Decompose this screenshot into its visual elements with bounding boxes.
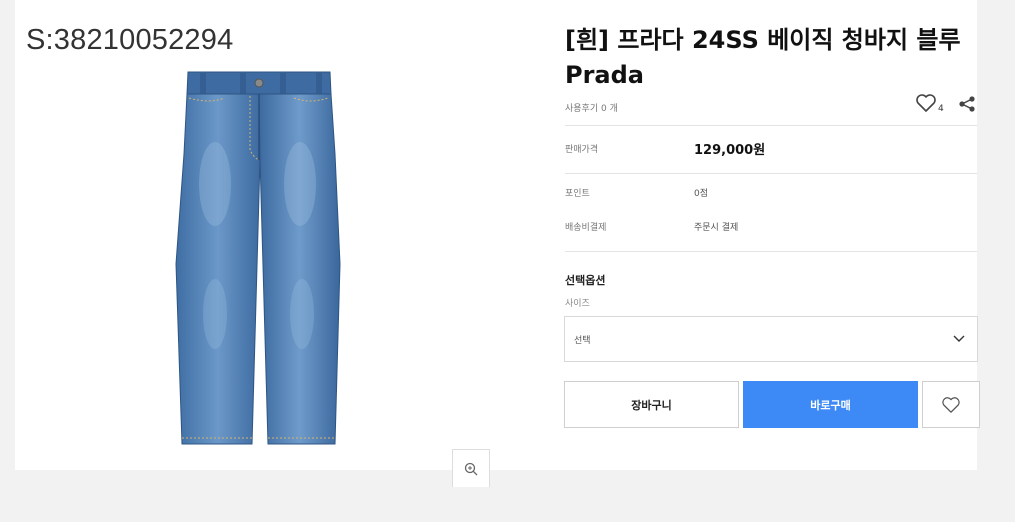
divider <box>565 251 977 252</box>
point-value: 0점 <box>694 189 709 199</box>
product-image <box>175 71 341 445</box>
shipping-label: 배송비결제 <box>565 223 607 233</box>
size-select[interactable]: 선택 <box>564 316 978 362</box>
wishlist-toggle[interactable]: 4 <box>915 93 945 117</box>
product-code: S:38210052294 <box>26 24 234 56</box>
divider <box>565 173 977 174</box>
chevron-down-icon <box>953 335 965 342</box>
wishlist-button[interactable] <box>922 381 980 428</box>
review-count[interactable]: 사용후기 0 개 <box>565 101 618 114</box>
size-label: 사이즈 <box>565 299 590 309</box>
wish-count: 4 <box>938 104 944 114</box>
heart-icon <box>942 396 960 413</box>
price-value: 129,000원 <box>694 143 766 158</box>
price-label: 판매가격 <box>565 145 599 155</box>
heart-icon <box>916 94 936 112</box>
shipping-value: 주문시 결제 <box>694 223 739 233</box>
share-icon <box>959 96 975 112</box>
share-button[interactable] <box>958 95 976 115</box>
add-to-cart-button[interactable]: 장바구니 <box>564 381 739 428</box>
divider <box>565 125 977 126</box>
size-select-value: 선택 <box>574 336 591 346</box>
zoom-button[interactable] <box>452 449 490 487</box>
point-label: 포인트 <box>565 189 590 199</box>
zoom-icon <box>464 462 478 475</box>
product-title: [흰] 프라다 24SS 베이직 청바지 블루 Prada <box>565 26 961 89</box>
option-heading: 선택옵션 <box>565 274 606 287</box>
buy-now-button[interactable]: 바로구매 <box>743 381 918 428</box>
